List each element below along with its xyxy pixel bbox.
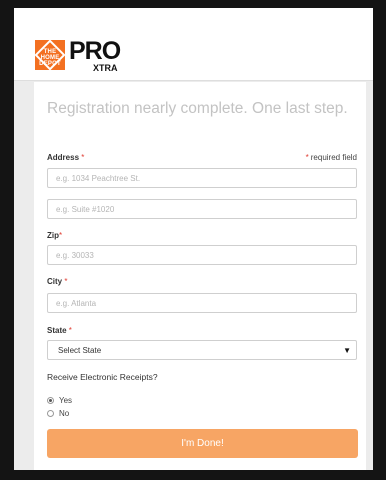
home-depot-logo-icon: THE HOME DEPOT (35, 40, 65, 70)
state-select[interactable]: Select State ▼ (47, 340, 357, 360)
address-line1-input[interactable] (47, 168, 357, 188)
registration-form: Registration nearly complete. One last s… (34, 82, 366, 470)
chevron-down-icon: ▼ (343, 346, 351, 355)
receipts-yes-radio[interactable] (47, 397, 54, 404)
zip-input[interactable] (47, 245, 357, 265)
receipts-no-label: No (59, 409, 70, 418)
submit-button[interactable]: I'm Done! (47, 429, 358, 458)
required-field-note: * required field (305, 153, 357, 162)
city-input[interactable] (47, 293, 357, 313)
registration-window: THE HOME DEPOT PRO XTRA Registration nea… (14, 8, 373, 470)
receipts-option-yes[interactable]: Yes (47, 396, 72, 405)
pro-xtra-logo: THE HOME DEPOT PRO XTRA (35, 35, 129, 75)
receipts-option-no[interactable]: No (47, 409, 69, 418)
receipts-no-radio[interactable] (47, 410, 54, 417)
receipts-question: Receive Electronic Receipts? (47, 372, 158, 382)
receipts-yes-label: Yes (59, 396, 73, 405)
form-subtitle: Registration nearly complete. One last s… (47, 100, 348, 117)
logo-pro-text: PRO (69, 37, 121, 65)
city-label: City * (47, 277, 68, 286)
zip-label: Zip* (47, 231, 63, 240)
address-line2-input[interactable] (47, 199, 357, 219)
address-label: Address * (47, 153, 85, 162)
logo-mark-text: THE HOME DEPOT (39, 49, 61, 67)
state-label: State * (47, 326, 72, 335)
state-select-value: Select State (58, 346, 102, 355)
logo-xtra-text: XTRA (93, 63, 118, 73)
header-bar: THE HOME DEPOT PRO XTRA (14, 8, 373, 81)
